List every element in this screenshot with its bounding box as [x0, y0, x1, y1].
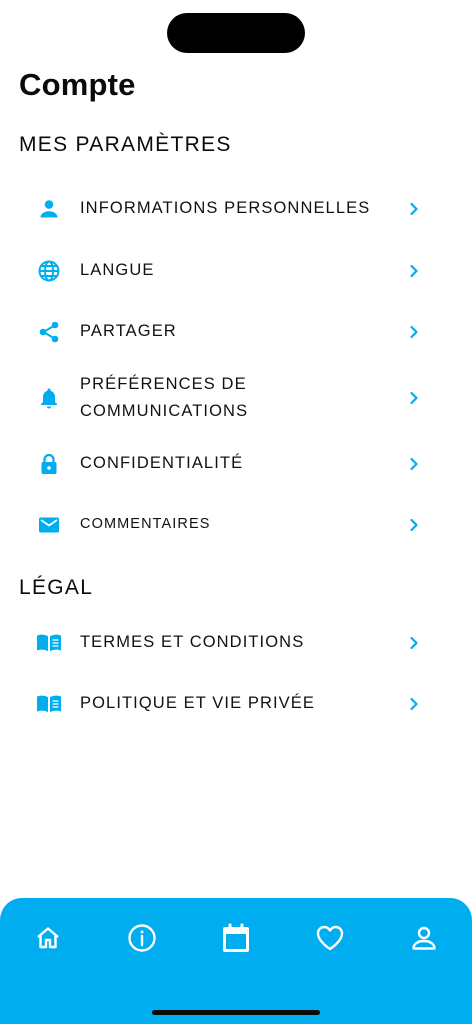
menu-item-language[interactable]: LANGUE [0, 248, 472, 294]
home-icon [34, 924, 62, 957]
menu-item-share[interactable]: PARTAGER [0, 309, 472, 355]
bell-icon [36, 385, 62, 411]
person-icon [36, 196, 62, 222]
menu-item-label: COMMENTAIRES [80, 516, 211, 532]
menu-item-label: PRÉFÉRENCES DE COMMUNICATIONS [80, 375, 249, 420]
chevron-right-icon [403, 453, 425, 475]
section-title-legal: LÉGAL [19, 576, 94, 599]
section-title-settings: MES PARAMÈTRES [19, 133, 232, 156]
chevron-right-icon [403, 387, 425, 409]
tab-profile[interactable] [407, 923, 441, 957]
menu-item-label: LANGUE [80, 261, 155, 279]
menu-item-privacy-policy[interactable]: POLITIQUE ET VIE PRIVÉE [0, 681, 472, 727]
menu-item-feedback[interactable]: COMMENTAIRES [0, 502, 472, 548]
tab-info[interactable] [125, 923, 159, 957]
book-icon [36, 691, 62, 717]
chevron-right-icon [403, 693, 425, 715]
book-icon [36, 630, 62, 656]
tab-home[interactable] [31, 923, 65, 957]
account-screen: Compte MES PARAMÈTRES INFORMATIONS PERSO… [0, 0, 472, 1024]
menu-item-label: TERMES ET CONDITIONS [80, 633, 305, 651]
menu-item-privacy[interactable]: CONFIDENTIALITÉ [0, 441, 472, 487]
menu-item-label: PARTAGER [80, 322, 177, 340]
menu-item-communication-preferences[interactable]: PRÉFÉRENCES DE COMMUNICATIONS [0, 370, 472, 426]
share-icon [36, 319, 62, 345]
page-title: Compte [19, 67, 136, 102]
menu-item-terms[interactable]: TERMES ET CONDITIONS [0, 620, 472, 666]
chevron-right-icon [403, 632, 425, 654]
lock-icon [36, 451, 62, 477]
home-indicator [152, 1010, 320, 1015]
heart-icon [315, 924, 345, 957]
mail-icon [36, 512, 62, 538]
globe-icon [36, 258, 62, 284]
menu-item-personal-info[interactable]: INFORMATIONS PERSONNELLES [0, 186, 472, 232]
bottom-tab-bar [0, 898, 472, 1024]
dynamic-island [167, 13, 305, 53]
chevron-right-icon [403, 321, 425, 343]
menu-item-label: CONFIDENTIALITÉ [80, 454, 244, 472]
menu-item-label: INFORMATIONS PERSONNELLES [80, 199, 371, 217]
tab-favorites[interactable] [313, 923, 347, 957]
tab-calendar[interactable] [219, 923, 253, 957]
profile-icon [410, 924, 438, 957]
chevron-right-icon [403, 260, 425, 282]
info-icon [127, 923, 157, 958]
chevron-right-icon [403, 198, 425, 220]
chevron-right-icon [403, 514, 425, 536]
calendar-icon [221, 922, 251, 959]
menu-item-label: POLITIQUE ET VIE PRIVÉE [80, 694, 315, 712]
